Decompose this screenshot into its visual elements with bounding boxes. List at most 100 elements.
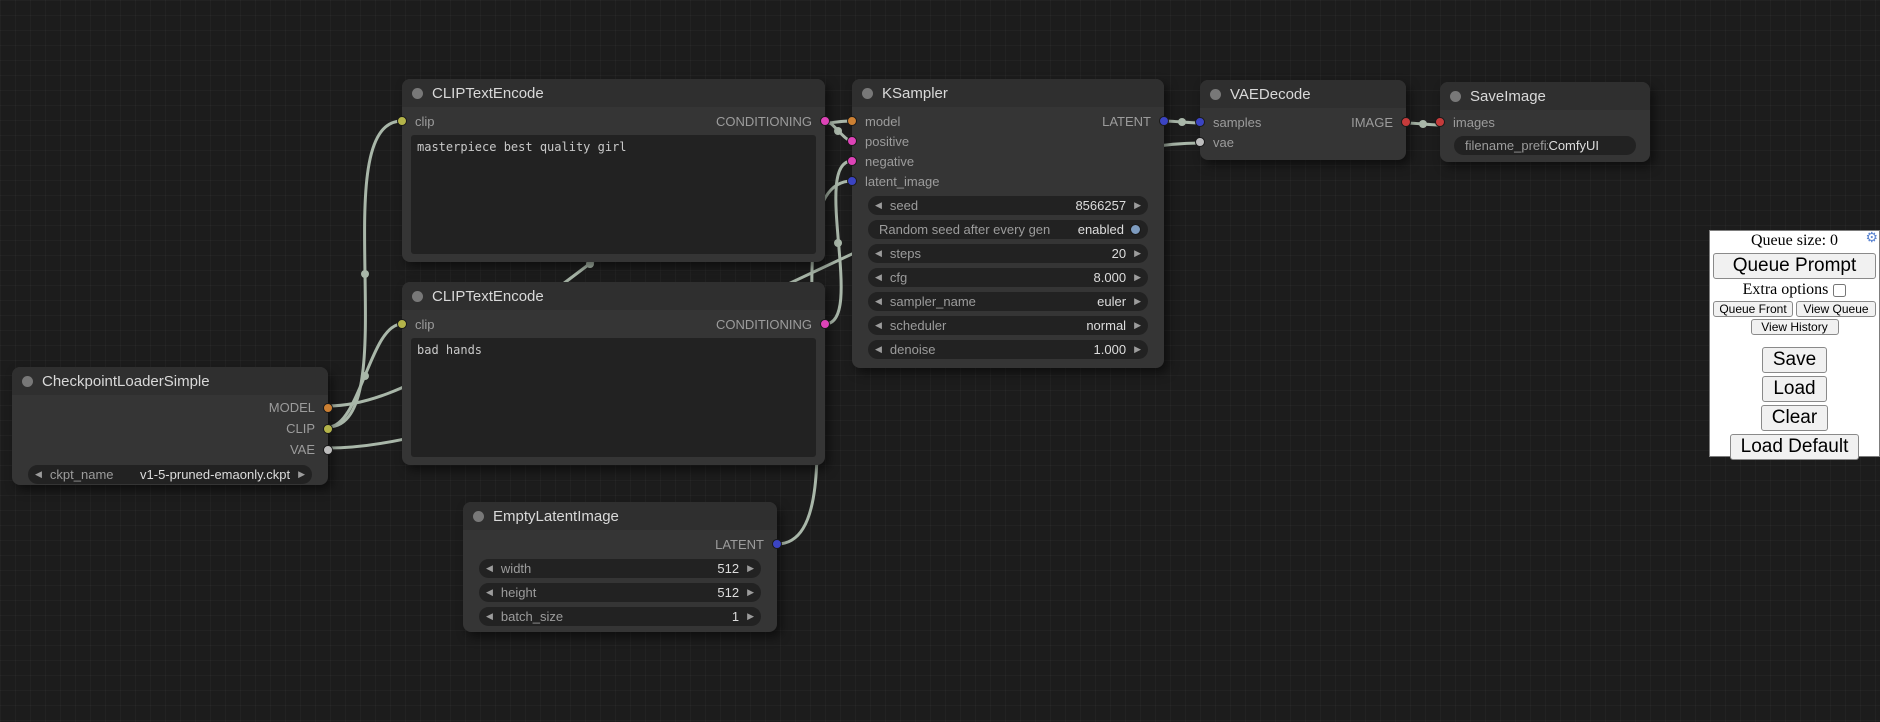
prompt-textarea[interactable]: bad hands <box>411 338 816 457</box>
output-slot-image-icon[interactable] <box>1401 117 1411 127</box>
load-default-button[interactable]: Load Default <box>1730 434 1860 460</box>
collapse-dot-icon[interactable] <box>412 291 423 302</box>
node-clip-text-encode-positive[interactable]: CLIPTextEncode clip CONDITIONING masterp… <box>402 79 825 262</box>
collapse-dot-icon[interactable] <box>862 88 873 99</box>
extra-options-checkbox[interactable] <box>1833 284 1846 297</box>
increment-arrow-icon[interactable]: ▶ <box>1134 321 1141 330</box>
increment-arrow-icon[interactable]: ▶ <box>747 564 754 573</box>
decrement-arrow-icon[interactable]: ◀ <box>875 273 882 282</box>
decrement-arrow-icon[interactable]: ◀ <box>486 612 493 621</box>
input-slot-conditioning-icon[interactable] <box>847 156 857 166</box>
node-title-bar[interactable]: VAEDecode <box>1200 80 1406 108</box>
collapse-dot-icon[interactable] <box>22 376 33 387</box>
view-history-button[interactable]: View History <box>1751 319 1839 335</box>
menu-header: Queue size: 0 ⚙ <box>1710 231 1879 251</box>
decrement-arrow-icon[interactable]: ◀ <box>486 588 493 597</box>
node-save-image[interactable]: SaveImage images filename_prefix ComfyUI <box>1440 82 1650 162</box>
widget-value: 8.000 <box>1094 270 1127 285</box>
node-vae-decode[interactable]: VAEDecode samples IMAGE vae <box>1200 80 1406 160</box>
slot-row: VAE <box>12 439 328 460</box>
steps-widget[interactable]: ◀ steps 20 ▶ <box>868 244 1148 263</box>
scheduler-widget[interactable]: ◀ scheduler normal ▶ <box>868 316 1148 335</box>
input-slot-model-icon[interactable] <box>847 116 857 126</box>
input-slot-label: clip <box>415 114 435 129</box>
output-slot-conditioning-icon[interactable] <box>820 319 830 329</box>
output-slot-latent-icon[interactable] <box>1159 116 1169 126</box>
node-title-bar[interactable]: CLIPTextEncode <box>402 282 825 310</box>
output-slot-vae-icon[interactable] <box>323 445 333 455</box>
input-slot-conditioning-icon[interactable] <box>847 136 857 146</box>
node-checkpoint-loader[interactable]: CheckpointLoaderSimple MODEL CLIP VAE ◀ … <box>12 367 328 485</box>
increment-arrow-icon[interactable]: ▶ <box>1134 345 1141 354</box>
increment-arrow-icon[interactable]: ▶ <box>1134 273 1141 282</box>
decrement-arrow-icon[interactable]: ◀ <box>875 321 882 330</box>
slot-row: images <box>1440 112 1650 132</box>
decrement-arrow-icon[interactable]: ◀ <box>875 297 882 306</box>
batch-size-widget[interactable]: ◀ batch_size 1 ▶ <box>479 607 761 626</box>
height-widget[interactable]: ◀ height 512 ▶ <box>479 583 761 602</box>
toggle-dot-icon[interactable] <box>1130 224 1141 235</box>
settings-gear-icon[interactable]: ⚙ <box>1865 232 1878 246</box>
queue-front-button[interactable]: Queue Front <box>1713 301 1793 317</box>
collapse-dot-icon[interactable] <box>1450 91 1461 102</box>
decrement-arrow-icon[interactable]: ◀ <box>875 249 882 258</box>
collapse-dot-icon[interactable] <box>473 511 484 522</box>
sampler-name-widget[interactable]: ◀ sampler_name euler ▶ <box>868 292 1148 311</box>
decrement-arrow-icon[interactable]: ◀ <box>486 564 493 573</box>
node-title-bar[interactable]: KSampler <box>852 79 1164 107</box>
output-slot-clip-icon[interactable] <box>323 424 333 434</box>
seed-widget[interactable]: ◀ seed 8566257 ▶ <box>868 196 1148 215</box>
decrement-arrow-icon[interactable]: ◀ <box>875 201 882 210</box>
increment-arrow-icon[interactable]: ▶ <box>1134 297 1141 306</box>
input-slot-latent-icon[interactable] <box>847 176 857 186</box>
denoise-widget[interactable]: ◀ denoise 1.000 ▶ <box>868 340 1148 359</box>
output-slot-conditioning-icon[interactable] <box>820 116 830 126</box>
increment-arrow-icon[interactable]: ▶ <box>1134 249 1141 258</box>
input-slot-clip-icon[interactable] <box>397 319 407 329</box>
increment-arrow-icon[interactable]: ▶ <box>747 588 754 597</box>
view-queue-button[interactable]: View Queue <box>1796 301 1876 317</box>
widget-label: steps <box>890 246 1112 261</box>
clear-button[interactable]: Clear <box>1761 405 1828 431</box>
decrement-arrow-icon[interactable]: ◀ <box>35 470 42 479</box>
output-slot-latent-icon[interactable] <box>772 539 782 549</box>
increment-arrow-icon[interactable]: ▶ <box>298 470 305 479</box>
load-button[interactable]: Load <box>1762 376 1826 402</box>
graph-canvas[interactable]: CheckpointLoaderSimple MODEL CLIP VAE ◀ … <box>0 0 1880 722</box>
node-title: KSampler <box>882 85 948 102</box>
node-empty-latent-image[interactable]: EmptyLatentImage LATENT ◀ width 512 ▶ ◀ … <box>463 502 777 632</box>
node-ksampler[interactable]: KSampler model LATENT positive negative … <box>852 79 1164 368</box>
input-slot-clip-icon[interactable] <box>397 116 407 126</box>
prompt-textarea[interactable]: masterpiece best quality girl <box>411 135 816 254</box>
slot-row: clip CONDITIONING <box>402 111 825 131</box>
increment-arrow-icon[interactable]: ▶ <box>747 612 754 621</box>
node-title-bar[interactable]: SaveImage <box>1440 82 1650 110</box>
filename-prefix-widget[interactable]: filename_prefix ComfyUI <box>1454 136 1636 155</box>
queue-prompt-button[interactable]: Queue Prompt <box>1713 253 1876 279</box>
width-widget[interactable]: ◀ width 512 ▶ <box>479 559 761 578</box>
output-slot-label: VAE <box>290 442 315 457</box>
link-midpoint-dot <box>834 239 842 247</box>
node-clip-text-encode-negative[interactable]: CLIPTextEncode clip CONDITIONING bad han… <box>402 282 825 465</box>
input-slot-label: images <box>1453 115 1495 130</box>
input-slot-vae-icon[interactable] <box>1195 137 1205 147</box>
collapse-dot-icon[interactable] <box>412 88 423 99</box>
widget-value: enabled <box>1078 222 1124 237</box>
decrement-arrow-icon[interactable]: ◀ <box>875 345 882 354</box>
ckpt-name-widget[interactable]: ◀ ckpt_name v1-5-pruned-emaonly.ckpt ▶ <box>28 465 312 484</box>
widget-value: 1.000 <box>1094 342 1127 357</box>
input-slot-label: negative <box>865 154 914 169</box>
node-title-bar[interactable]: CheckpointLoaderSimple <box>12 367 328 395</box>
widget-label: height <box>501 585 717 600</box>
random-seed-toggle-widget[interactable]: Random seed after every gen enabled <box>868 220 1148 239</box>
widget-value: 8566257 <box>1075 198 1126 213</box>
collapse-dot-icon[interactable] <box>1210 89 1221 100</box>
input-slot-latent-icon[interactable] <box>1195 117 1205 127</box>
output-slot-model-icon[interactable] <box>323 403 333 413</box>
input-slot-image-icon[interactable] <box>1435 117 1445 127</box>
cfg-widget[interactable]: ◀ cfg 8.000 ▶ <box>868 268 1148 287</box>
node-title-bar[interactable]: EmptyLatentImage <box>463 502 777 530</box>
node-title-bar[interactable]: CLIPTextEncode <box>402 79 825 107</box>
increment-arrow-icon[interactable]: ▶ <box>1134 201 1141 210</box>
save-button[interactable]: Save <box>1762 347 1827 373</box>
